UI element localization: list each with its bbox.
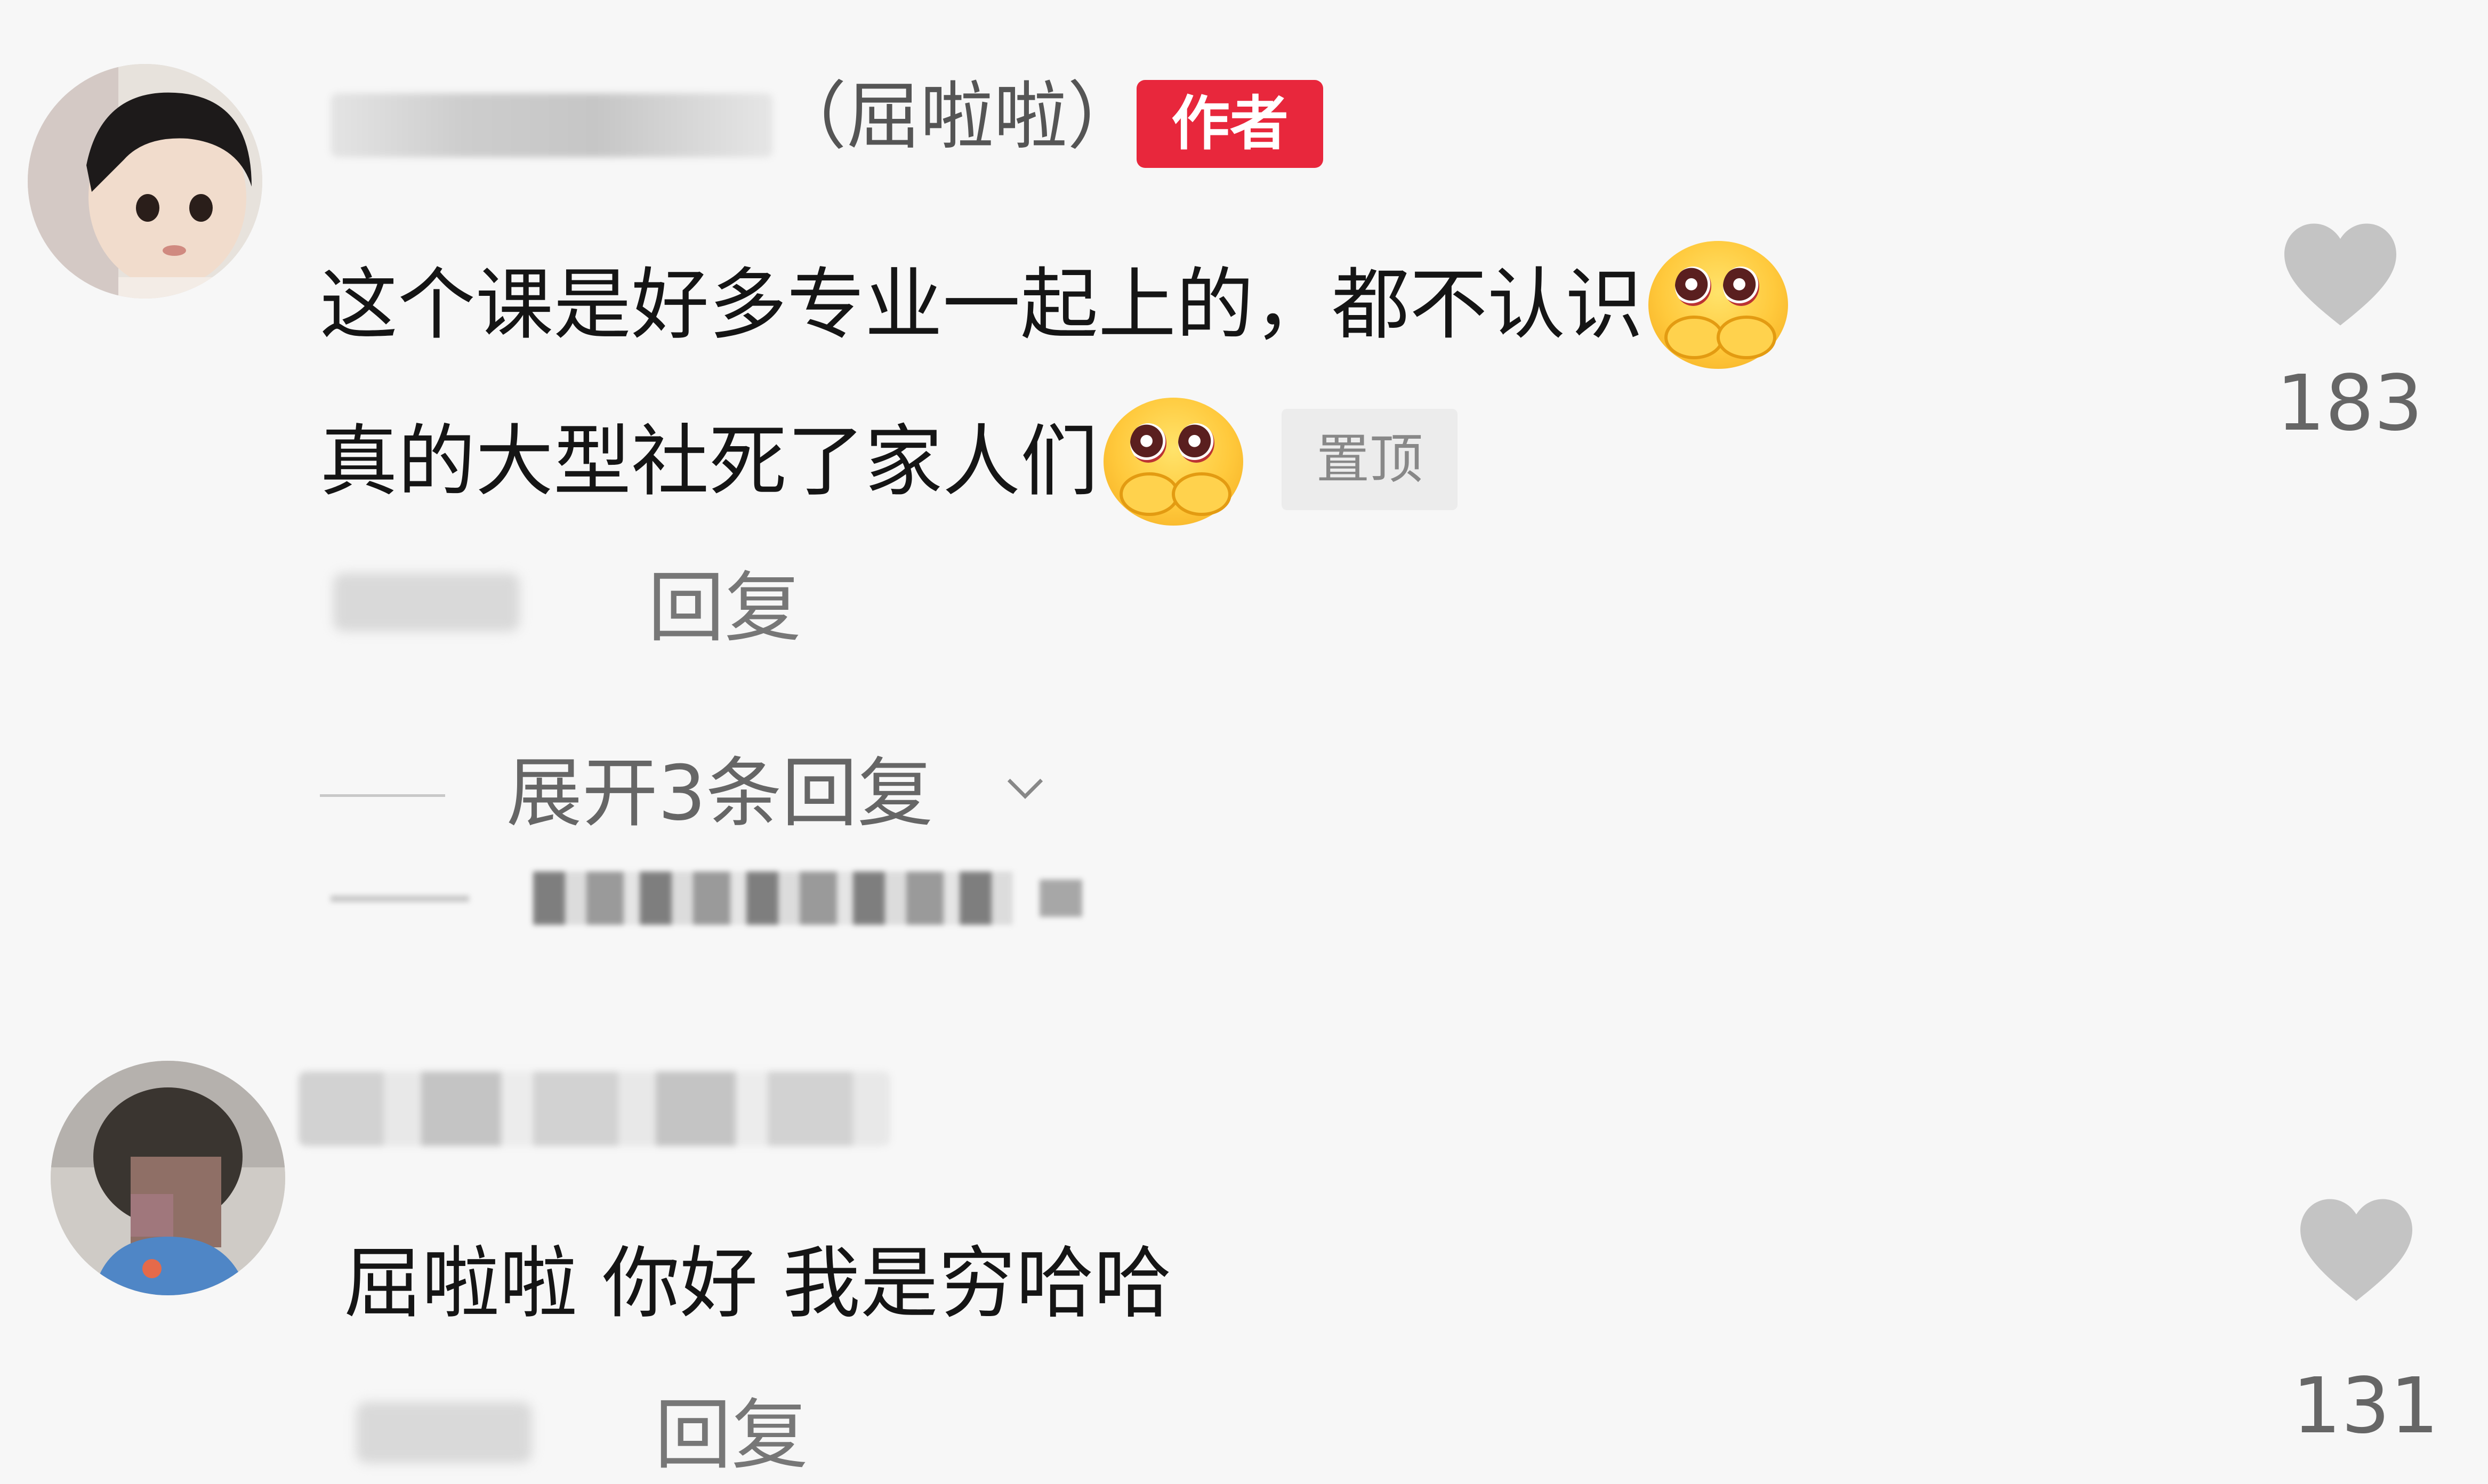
- avatar[interactable]: [28, 64, 262, 299]
- comment-text-line: 真的大型社死了家人们 置顶: [320, 398, 1458, 531]
- ghost-artifact: [331, 864, 1093, 933]
- pinned-badge: 置顶: [1282, 409, 1458, 510]
- pleading-face-emoji: [1648, 241, 1788, 369]
- reply-button[interactable]: 回复: [648, 569, 801, 646]
- chevron-down-icon[interactable]: [1003, 765, 1047, 809]
- divider-line: [320, 794, 445, 797]
- like-button[interactable]: 131: [2292, 1194, 2439, 1450]
- timestamp-blurred: [356, 1402, 532, 1463]
- comment-text: 这个课是好多专业一起上的，都不认识: [320, 260, 1643, 351]
- username-suffix[interactable]: （屈啦啦）: [773, 80, 1141, 154]
- timestamp-blurred: [333, 573, 520, 632]
- username-blurred[interactable]: [299, 1071, 890, 1146]
- expand-replies-label[interactable]: 展开3条回复: [506, 756, 933, 832]
- reply-button[interactable]: 回复: [655, 1397, 808, 1473]
- like-button[interactable]: 183: [2276, 219, 2423, 448]
- avatar[interactable]: [51, 1061, 285, 1295]
- pleading-face-emoji: [1104, 398, 1243, 526]
- author-badge: 作者: [1137, 80, 1323, 168]
- comment-text-line: 这个课是好多专业一起上的，都不认识: [320, 241, 1788, 374]
- like-count: 131: [2292, 1361, 2439, 1450]
- like-count: 183: [2276, 358, 2423, 448]
- heart-icon[interactable]: [2279, 219, 2402, 330]
- heart-icon[interactable]: [2295, 1194, 2418, 1306]
- comment-text-line: 屈啦啦 你好 我是穷哈哈: [344, 1245, 1172, 1322]
- username-blurred[interactable]: [331, 93, 773, 157]
- comment-text: 屈啦啦 你好 我是穷哈哈: [344, 1238, 1172, 1329]
- comment-item: （屈啦啦） 作者 这个课是好多专业一起上的，都不认识 真的大型社死了家人们 置顶 …: [0, 0, 2488, 949]
- comment-item: 屈啦啦 你好 我是穷哈哈 131 回复: [0, 949, 2488, 1484]
- comment-text: 真的大型社死了家人们: [320, 416, 1098, 507]
